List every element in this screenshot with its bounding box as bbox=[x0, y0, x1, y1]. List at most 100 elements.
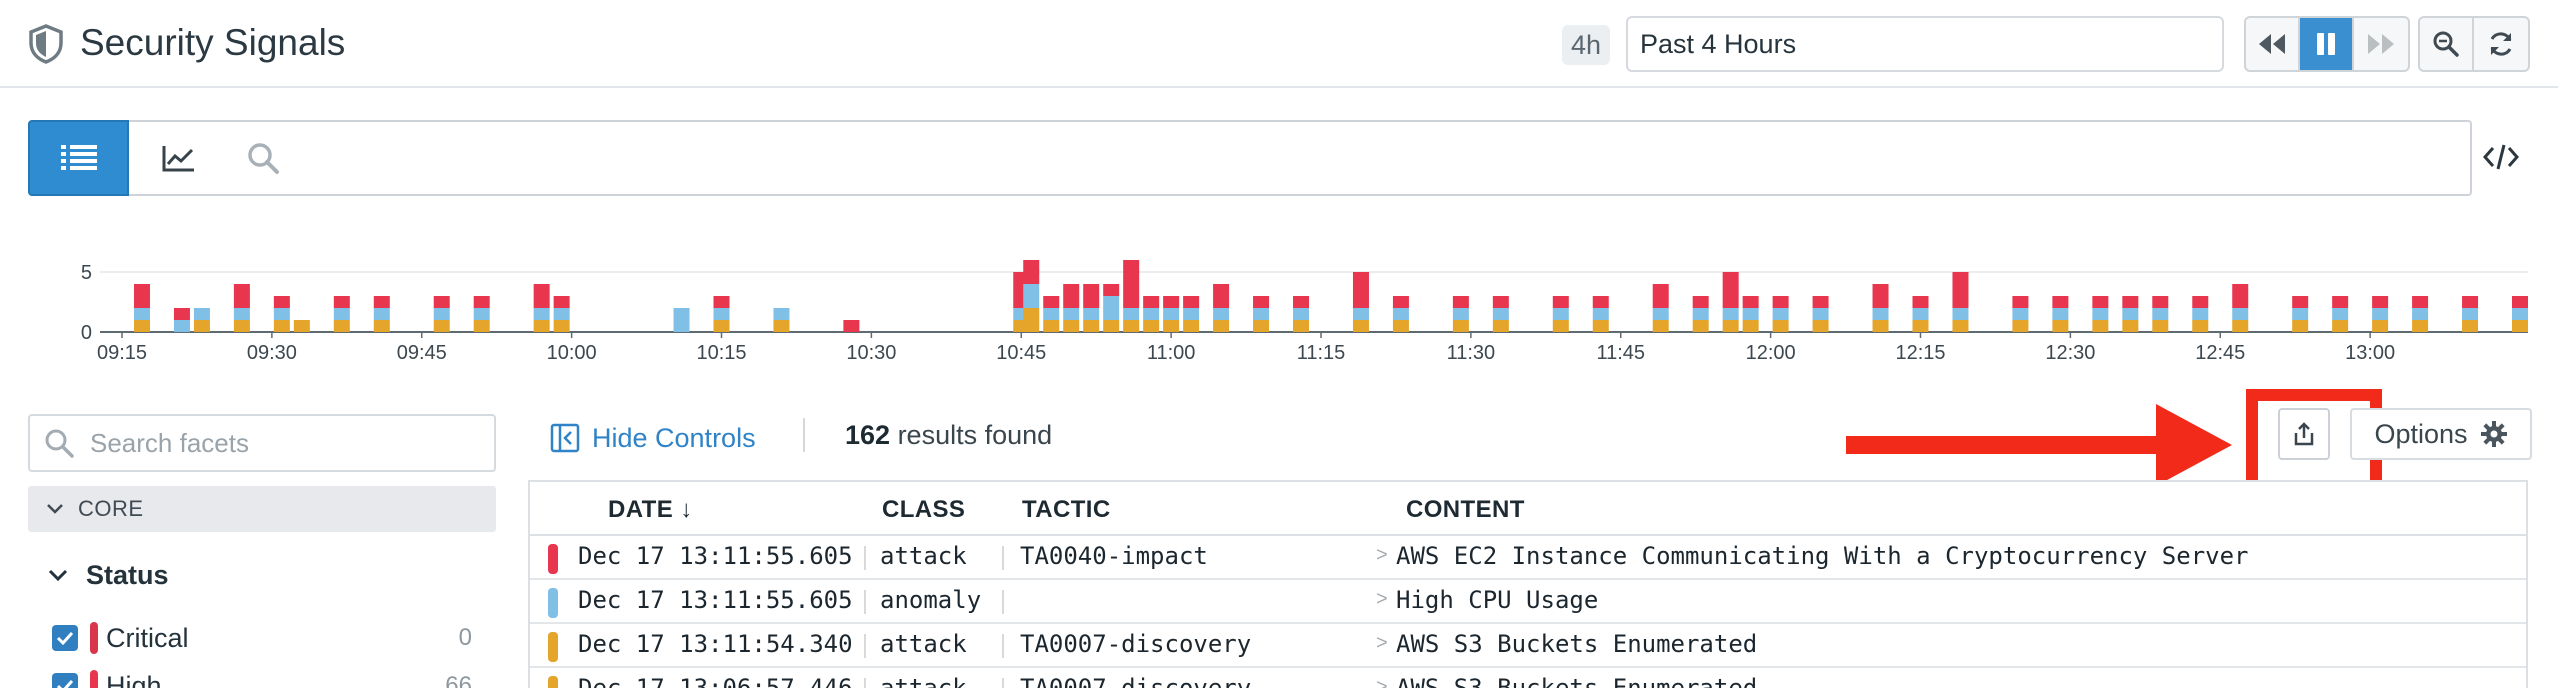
histogram-bar-critical[interactable] bbox=[1772, 296, 1789, 308]
histogram-bar-critical[interactable] bbox=[1392, 296, 1409, 308]
histogram-bar-anomaly[interactable] bbox=[1742, 308, 1759, 320]
histogram-bar-critical[interactable] bbox=[553, 296, 570, 308]
histogram-bar-critical[interactable] bbox=[2092, 296, 2109, 308]
histogram-bar-anomaly[interactable] bbox=[333, 308, 350, 320]
histogram-bar-anomaly[interactable] bbox=[673, 308, 690, 332]
histogram-bar-attack[interactable] bbox=[1253, 320, 1270, 332]
histogram-bar-anomaly[interactable] bbox=[273, 308, 290, 320]
histogram-bar-anomaly[interactable] bbox=[133, 308, 150, 320]
histogram-bar-attack[interactable] bbox=[1293, 320, 1310, 332]
facet-item-critical[interactable]: Critical 0 bbox=[52, 618, 472, 658]
histogram-bar-anomaly[interactable] bbox=[433, 308, 450, 320]
checkbox-checked[interactable] bbox=[52, 673, 78, 688]
histogram-bar-critical[interactable] bbox=[1123, 260, 1140, 308]
histogram-bar-anomaly[interactable] bbox=[1213, 308, 1230, 320]
column-header-date[interactable]: DATE ↓ bbox=[608, 496, 693, 524]
histogram-bar-attack[interactable] bbox=[1692, 320, 1709, 332]
histogram-bar-anomaly[interactable] bbox=[1143, 308, 1160, 320]
histogram-bar-attack[interactable] bbox=[1213, 320, 1230, 332]
histogram-bar-anomaly[interactable] bbox=[2232, 308, 2249, 320]
histogram-bar-attack[interactable] bbox=[2052, 320, 2069, 332]
histogram-bar-anomaly[interactable] bbox=[1293, 308, 1310, 320]
histogram-bar-critical[interactable] bbox=[1952, 272, 1969, 308]
column-header-class[interactable]: CLASS bbox=[882, 496, 965, 524]
histogram-bar-critical[interactable] bbox=[1213, 284, 1230, 308]
histogram-bar-critical[interactable] bbox=[1722, 272, 1739, 308]
table-row[interactable]: Dec 17 13:06:57.446 attack TA0007-discov… bbox=[530, 668, 2526, 688]
histogram-bar-critical[interactable] bbox=[1352, 272, 1369, 308]
histogram-bar-attack[interactable] bbox=[2332, 320, 2349, 332]
histogram-bar-critical[interactable] bbox=[173, 308, 190, 320]
histogram-bar-attack[interactable] bbox=[2152, 320, 2169, 332]
histogram-bar-critical[interactable] bbox=[1063, 284, 1080, 308]
histogram-bar-critical[interactable] bbox=[473, 296, 490, 308]
histogram-bar-critical[interactable] bbox=[133, 284, 150, 308]
histogram-bar-attack[interactable] bbox=[1083, 320, 1100, 332]
histogram-bar-anomaly[interactable] bbox=[773, 308, 790, 320]
histogram-bar-anomaly[interactable] bbox=[2412, 308, 2429, 320]
histogram-bar-anomaly[interactable] bbox=[2462, 308, 2479, 320]
core-facet-group[interactable]: CORE bbox=[28, 486, 496, 532]
histogram-bar-anomaly[interactable] bbox=[473, 308, 490, 320]
histogram-bar-attack[interactable] bbox=[1742, 320, 1759, 332]
histogram-bar-anomaly[interactable] bbox=[1652, 308, 1669, 320]
list-view-button[interactable] bbox=[28, 120, 129, 196]
histogram-bar-anomaly[interactable] bbox=[1392, 308, 1409, 320]
histogram-bar-attack[interactable] bbox=[2122, 320, 2139, 332]
options-button[interactable]: Options bbox=[2350, 408, 2532, 460]
histogram-bar-critical[interactable] bbox=[533, 284, 550, 308]
histogram-bar-attack[interactable] bbox=[713, 320, 730, 332]
histogram-bar-attack[interactable] bbox=[133, 320, 150, 332]
histogram-bar-anomaly[interactable] bbox=[173, 320, 190, 332]
histogram-bar-critical[interactable] bbox=[2412, 296, 2429, 308]
hide-controls-button[interactable]: Hide Controls bbox=[550, 418, 756, 458]
histogram-bar-critical[interactable] bbox=[2192, 296, 2209, 308]
timeframe-badge[interactable]: 4h bbox=[1562, 25, 1610, 65]
histogram-bar-anomaly[interactable] bbox=[2052, 308, 2069, 320]
histogram-bar-critical[interactable] bbox=[2232, 284, 2249, 308]
histogram-bar-anomaly[interactable] bbox=[2092, 308, 2109, 320]
histogram-bar-anomaly[interactable] bbox=[2122, 308, 2139, 320]
histogram-bar-anomaly[interactable] bbox=[1912, 308, 1929, 320]
histogram-bar-anomaly[interactable] bbox=[1552, 308, 1569, 320]
histogram-bar-attack[interactable] bbox=[433, 320, 450, 332]
histogram-bar-anomaly[interactable] bbox=[233, 308, 250, 320]
histogram-bar-anomaly[interactable] bbox=[1812, 308, 1829, 320]
histogram-bar-anomaly[interactable] bbox=[1492, 308, 1509, 320]
histogram-bar-attack[interactable] bbox=[333, 320, 350, 332]
histogram-bar-critical[interactable] bbox=[1742, 296, 1759, 308]
histogram-bar-attack[interactable] bbox=[2512, 320, 2528, 332]
histogram-bar-anomaly[interactable] bbox=[1352, 308, 1369, 320]
histogram-bar-anomaly[interactable] bbox=[2292, 308, 2309, 320]
histogram-bar-anomaly[interactable] bbox=[193, 308, 210, 320]
histogram-bar-critical[interactable] bbox=[1163, 296, 1180, 308]
histogram-bar-anomaly[interactable] bbox=[2012, 308, 2029, 320]
histogram-bar-anomaly[interactable] bbox=[1872, 308, 1889, 320]
histogram-bar-critical[interactable] bbox=[2052, 296, 2069, 308]
histogram-bar-attack[interactable] bbox=[1592, 320, 1609, 332]
column-header-content[interactable]: CONTENT bbox=[1406, 496, 1525, 524]
histogram-bar-critical[interactable] bbox=[1083, 284, 1100, 308]
histogram-bar-attack[interactable] bbox=[1722, 320, 1739, 332]
histogram-bar-anomaly[interactable] bbox=[1592, 308, 1609, 320]
table-row[interactable]: Dec 17 13:11:54.340 attack TA0007-discov… bbox=[530, 624, 2526, 668]
signals-histogram[interactable]: 0 5 09:15 09:30 09:45 10:00 10:15 10:30 10:45 11:… bbox=[0, 240, 2558, 380]
histogram-bar-anomaly[interactable] bbox=[373, 308, 390, 320]
histogram-bar-anomaly[interactable] bbox=[1023, 284, 1040, 308]
histogram-bar-anomaly[interactable] bbox=[533, 308, 550, 320]
histogram-bar-anomaly[interactable] bbox=[1692, 308, 1709, 320]
histogram-bar-attack[interactable] bbox=[533, 320, 550, 332]
histogram-bar-critical[interactable] bbox=[1912, 296, 1929, 308]
histogram-bar-attack[interactable] bbox=[1183, 320, 1200, 332]
export-button[interactable] bbox=[2278, 408, 2330, 460]
table-row[interactable]: Dec 17 13:11:55.605 anomaly > High CPU U… bbox=[530, 580, 2526, 624]
histogram-bar-anomaly[interactable] bbox=[2512, 308, 2528, 320]
facet-search-input[interactable]: Search facets bbox=[28, 414, 496, 472]
timeseries-view-button[interactable] bbox=[129, 120, 230, 196]
timeframe-selector[interactable]: Past 4 Hours bbox=[1626, 16, 2224, 72]
histogram-bar-attack[interactable] bbox=[1912, 320, 1929, 332]
histogram-bar-critical[interactable] bbox=[1023, 260, 1040, 284]
histogram-bar-attack[interactable] bbox=[2462, 320, 2479, 332]
histogram-bar-attack[interactable] bbox=[773, 320, 790, 332]
histogram-bar-anomaly[interactable] bbox=[1103, 296, 1120, 320]
